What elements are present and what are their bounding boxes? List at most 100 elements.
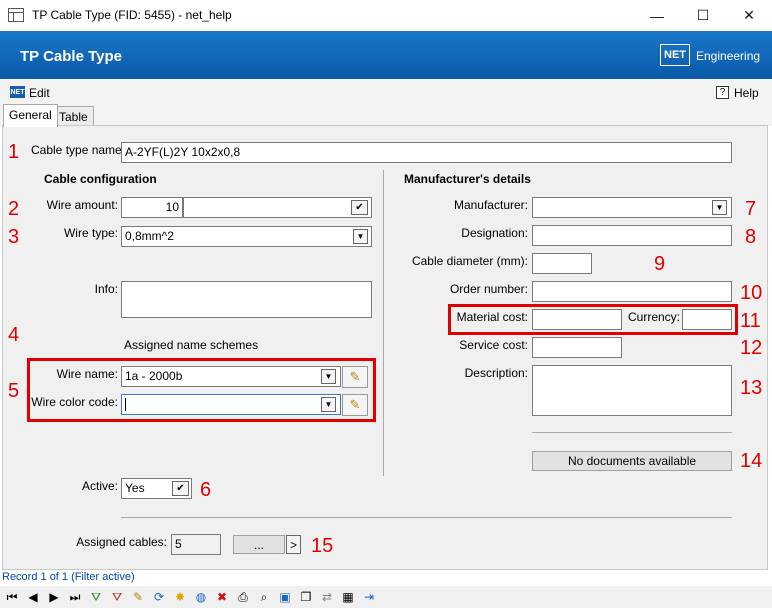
description-textarea[interactable] xyxy=(532,365,732,416)
wire-name-wand-icon[interactable]: ✎ xyxy=(342,366,368,388)
assigned-cables-open-button[interactable]: ... xyxy=(233,535,285,554)
help-icon: ? xyxy=(716,86,729,99)
record-status: Record 1 of 1 (Filter active) xyxy=(0,571,772,586)
wire-color-label: Wire color code: xyxy=(31,395,118,409)
wire-name-label: Wire name: xyxy=(56,367,118,381)
zoom-icon[interactable]: ⌕ xyxy=(256,589,272,605)
callout-1: 1 xyxy=(8,141,20,163)
info-label: Info: xyxy=(94,282,118,296)
wire-amount-label: Wire amount: xyxy=(46,198,118,212)
wire-color-dropdown-icon[interactable]: ▼ xyxy=(321,397,336,412)
copy-icon[interactable]: ❐ xyxy=(298,589,314,605)
refresh-icon[interactable]: ⟳ xyxy=(151,589,167,605)
bottom-separator xyxy=(121,517,732,518)
menu-edit[interactable]: Edit xyxy=(29,86,50,100)
service-cost-input[interactable] xyxy=(532,337,622,358)
info-textarea[interactable] xyxy=(121,281,372,318)
wire-type-dropdown-icon[interactable]: ▼ xyxy=(353,229,368,244)
minimize-icon[interactable]: — xyxy=(634,0,680,31)
callout-13: 13 xyxy=(740,377,763,399)
callout-10: 10 xyxy=(740,282,763,304)
tab-row: General Table xyxy=(0,104,772,127)
menu-bar: NET Edit ? Help xyxy=(0,80,772,104)
link-icon[interactable]: ⇄ xyxy=(319,589,335,605)
order-number-label: Order number: xyxy=(449,282,528,296)
close-icon[interactable]: ✕ xyxy=(726,0,772,31)
net-logo-icon: NET xyxy=(660,44,690,66)
cable-diameter-label: Cable diameter (mm): xyxy=(411,254,528,268)
material-cost-label: Material cost: xyxy=(456,310,528,324)
remove-filter-icon[interactable]: ⛛ xyxy=(109,589,125,605)
callout-12: 12 xyxy=(740,337,763,359)
callout-9: 9 xyxy=(654,253,666,275)
wire-amount-check-icon[interactable]: ✔ xyxy=(351,200,368,215)
first-record-icon[interactable]: ⏮ xyxy=(4,589,20,605)
manufacturer-dropdown-icon[interactable]: ▼ xyxy=(712,200,727,215)
order-number-input[interactable] xyxy=(532,281,732,302)
text-caret xyxy=(125,398,126,411)
tab-table[interactable]: Table xyxy=(53,106,94,126)
documents-separator xyxy=(532,432,732,433)
callout-14: 14 xyxy=(740,450,763,472)
table-icon[interactable]: ▦ xyxy=(340,589,356,605)
edit-menu-icon: NET xyxy=(10,86,25,98)
cable-diameter-input[interactable] xyxy=(532,253,592,274)
callout-2: 2 xyxy=(8,198,20,220)
record-toolbar: ⏮ ◀ ▶ ⏭ ⛛ ⛛ ✎ ⟳ ✸ ◍ ✖ ⎙ ⌕ ▣ ❐ ⇄ ▦ ⇥ xyxy=(0,586,772,608)
tab-general[interactable]: General xyxy=(3,104,58,127)
edit-pencil-icon[interactable]: ✎ xyxy=(130,589,146,605)
globe-icon[interactable]: ◍ xyxy=(193,589,209,605)
section-divider xyxy=(383,170,384,476)
next-record-icon[interactable]: ▶ xyxy=(46,589,62,605)
description-label: Description: xyxy=(464,366,528,380)
assigned-schemes-label: Assigned name schemes xyxy=(124,338,259,352)
new-record-icon[interactable]: ✸ xyxy=(172,589,188,605)
form-title: TP Cable Type xyxy=(20,48,122,65)
callout-5: 5 xyxy=(8,380,20,402)
callout-3: 3 xyxy=(8,226,20,248)
wire-amount-input[interactable]: 10 xyxy=(121,197,183,218)
wire-name-dropdown-icon[interactable]: ▼ xyxy=(321,369,336,384)
active-label: Active: xyxy=(81,479,118,493)
logo-text: Engineering xyxy=(696,49,761,63)
assigned-cables-next-button[interactable]: > xyxy=(286,535,301,554)
wire-color-select[interactable] xyxy=(121,394,341,415)
cable-type-name-input[interactable]: A-2YF(L)2Y 10x2x0,8 xyxy=(121,142,732,163)
cable-config-heading: Cable configuration xyxy=(44,172,157,186)
general-panel xyxy=(2,125,768,570)
cable-type-name-label: Cable type name: xyxy=(31,143,126,157)
currency-label: Currency: xyxy=(628,310,681,324)
window-title: TP Cable Type (FID: 5455) - net_help xyxy=(32,8,232,22)
menu-help[interactable]: Help xyxy=(734,86,759,100)
assigned-cables-label: Assigned cables: xyxy=(76,535,167,549)
material-cost-input[interactable] xyxy=(532,309,622,330)
designation-input[interactable] xyxy=(532,225,732,246)
currency-input[interactable] xyxy=(682,309,732,330)
maximize-icon[interactable]: ☐ xyxy=(680,0,726,31)
app-table-icon xyxy=(8,8,24,22)
print-icon[interactable]: ⎙ xyxy=(235,589,251,605)
form-header: TP Cable Type NET Engineering xyxy=(0,31,772,79)
no-documents-button[interactable]: No documents available xyxy=(532,451,732,471)
designation-label: Designation: xyxy=(461,226,528,240)
select-icon[interactable]: ▣ xyxy=(277,589,293,605)
callout-4: 4 xyxy=(8,324,20,346)
wire-color-wand-icon[interactable]: ✎ xyxy=(342,394,368,416)
manufacturer-select[interactable] xyxy=(532,197,732,218)
callout-6: 6 xyxy=(200,479,212,501)
active-check-icon[interactable]: ✔ xyxy=(172,481,189,496)
wire-name-select[interactable]: 1a - 2000b xyxy=(121,366,341,387)
delete-icon[interactable]: ✖ xyxy=(214,589,230,605)
prev-record-icon[interactable]: ◀ xyxy=(25,589,41,605)
window-titlebar: TP Cable Type (FID: 5455) - net_help — ☐… xyxy=(0,0,772,31)
service-cost-label: Service cost: xyxy=(459,338,528,352)
wire-type-select[interactable]: 0,8mm^2 xyxy=(121,226,372,247)
exit-icon[interactable]: ⇥ xyxy=(361,589,377,605)
callout-8: 8 xyxy=(745,226,757,248)
callout-7: 7 xyxy=(745,198,757,220)
callout-15: 15 xyxy=(311,535,334,557)
callout-11: 11 xyxy=(740,310,761,332)
last-record-icon[interactable]: ⏭ xyxy=(67,589,83,605)
add-filter-icon[interactable]: ⛛ xyxy=(88,589,104,605)
manufacturer-label: Manufacturer: xyxy=(453,198,528,212)
